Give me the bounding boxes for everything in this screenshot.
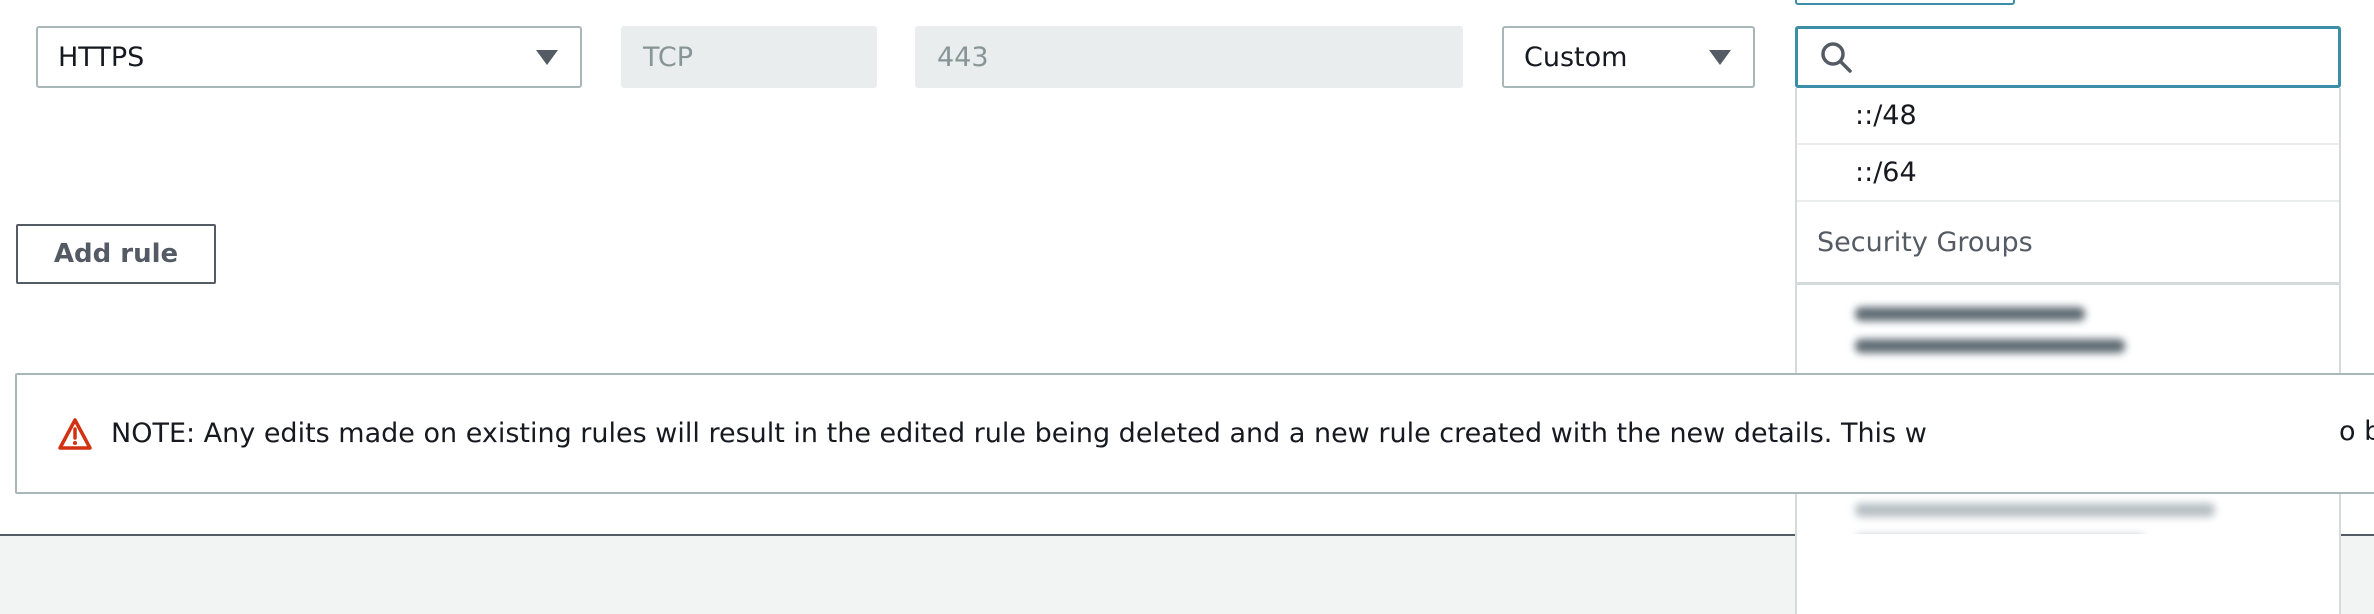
redacted-text bbox=[1855, 503, 2215, 517]
redacted-text bbox=[1855, 339, 2125, 353]
dropdown-option[interactable]: ::/64 bbox=[1797, 145, 2339, 202]
redacted-text bbox=[1855, 307, 2085, 321]
port-range-value: 443 bbox=[937, 41, 989, 73]
note-text-tail: o b bbox=[2339, 416, 2374, 447]
note-alert: NOTE: Any edits made on existing rules w… bbox=[15, 373, 2374, 494]
add-rule-button[interactable]: Add rule bbox=[16, 224, 216, 284]
add-rule-label: Add rule bbox=[53, 239, 179, 269]
source-search-field[interactable] bbox=[1854, 28, 2338, 86]
search-icon bbox=[1821, 42, 1852, 73]
security-group-rules-editor: HTTPS TCP 443 Custom ::/48 ::/64 Securit… bbox=[0, 0, 2374, 614]
note-text: NOTE: Any edits made on existing rules w… bbox=[111, 418, 1927, 449]
port-range-field: 443 bbox=[915, 26, 1463, 88]
previous-field-edge bbox=[1795, 0, 2015, 5]
chevron-down-icon bbox=[536, 49, 558, 65]
dropdown-option[interactable]: ::/48 bbox=[1797, 88, 2339, 145]
type-select-value: HTTPS bbox=[58, 41, 145, 73]
source-select[interactable]: Custom bbox=[1502, 26, 1755, 88]
dropdown-option-label: ::/64 bbox=[1855, 157, 1917, 188]
source-select-value: Custom bbox=[1524, 41, 1628, 73]
dropdown-group-label: Security Groups bbox=[1817, 226, 2033, 258]
type-select[interactable]: HTTPS bbox=[36, 26, 582, 88]
dropdown-overlay-bottom bbox=[1795, 534, 2341, 614]
protocol-value: TCP bbox=[643, 41, 694, 73]
warning-icon bbox=[58, 417, 92, 450]
protocol-field: TCP bbox=[621, 26, 877, 88]
redacted-security-group-option[interactable] bbox=[1797, 285, 2339, 383]
chevron-down-icon bbox=[1709, 49, 1731, 65]
dropdown-group-header: Security Groups bbox=[1797, 202, 2339, 285]
source-search-input[interactable] bbox=[1795, 26, 2341, 88]
dropdown-option-label: ::/48 bbox=[1855, 100, 1917, 131]
